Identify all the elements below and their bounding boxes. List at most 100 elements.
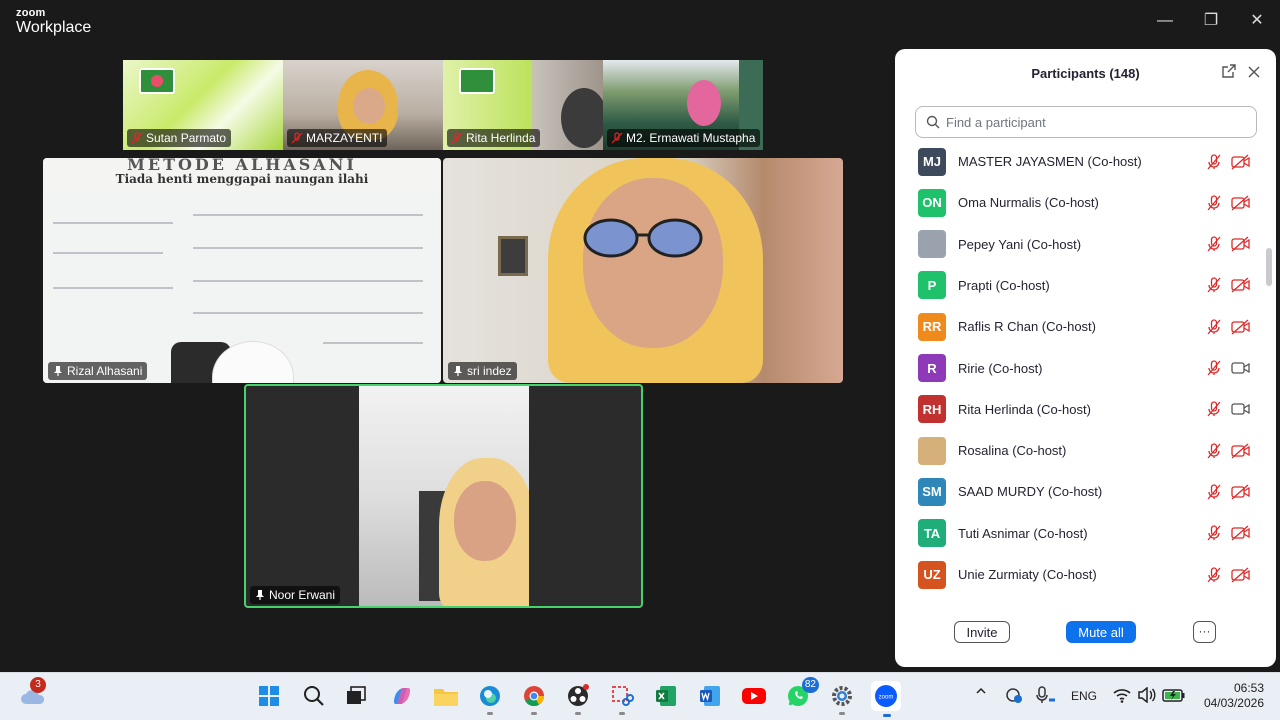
clock-date: 04/03/2026 — [1203, 696, 1264, 710]
pop-out-button[interactable] — [1218, 63, 1240, 85]
video-tile[interactable]: M2. Ermawati Mustapha — [603, 60, 763, 150]
participant-row[interactable]: RR Raflis R Chan (Co-host) — [895, 306, 1265, 347]
language-indicator[interactable]: ENG — [1071, 689, 1097, 703]
file-explorer-button[interactable] — [433, 683, 459, 709]
participant-name: Rita Herlinda — [466, 131, 536, 145]
alhasani-logo — [139, 68, 175, 94]
video-on-icon[interactable] — [1231, 401, 1250, 417]
video-off-icon[interactable] — [1231, 319, 1250, 335]
participant-row[interactable]: UZ Unie Zurmiaty (Co-host) — [895, 554, 1265, 595]
participant-avatar: TA — [918, 519, 946, 548]
edge-button[interactable] — [477, 683, 503, 715]
video-tile[interactable]: MARZAYENTI — [283, 60, 443, 150]
participant-name: MASTER JAYASMEN (Co-host) — [958, 154, 1142, 169]
video-off-icon[interactable] — [1231, 195, 1250, 211]
list-scrollbar[interactable] — [1266, 141, 1272, 611]
video-on-icon[interactable] — [1231, 360, 1250, 376]
search-button[interactable] — [301, 683, 327, 709]
banner-subtitle: Tiada henti menggapai naungan ilahi — [115, 172, 369, 186]
system-clock[interactable]: 06:53 04/03/2026 — [1192, 681, 1264, 711]
participant-row[interactable]: P Prapti (Co-host) — [895, 265, 1265, 306]
task-view-button[interactable] — [343, 683, 369, 709]
participant-row[interactable]: MJ MASTER JAYASMEN (Co-host) — [895, 141, 1265, 182]
defender-tray[interactable] — [1005, 686, 1023, 707]
battery-tray[interactable] — [1162, 687, 1186, 706]
mic-muted-icon[interactable] — [1206, 525, 1222, 541]
participant-row[interactable]: Rosalina (Co-host) — [895, 430, 1265, 471]
video-tile[interactable]: Rita Herlinda — [443, 60, 603, 150]
restore-button[interactable]: ❐ — [1197, 8, 1225, 34]
minimize-button[interactable]: — — [1151, 8, 1179, 34]
weather-widget[interactable]: 3 — [20, 677, 46, 709]
close-button[interactable]: ✕ — [1243, 8, 1271, 34]
video-off-icon[interactable] — [1231, 277, 1250, 293]
youtube-button[interactable] — [741, 683, 767, 709]
mic-muted-icon[interactable] — [1206, 195, 1222, 211]
excel-button[interactable] — [653, 683, 679, 709]
participant-nametag: Sutan Parmato — [127, 129, 232, 147]
participant-nametag: Rizal Alhasani — [48, 362, 148, 380]
participant-row[interactable]: SM SAAD MURDY (Co-host) — [895, 471, 1265, 512]
zoom-icon: zoom — [875, 685, 897, 707]
mic-muted-icon[interactable] — [1206, 236, 1222, 252]
mic-muted-icon[interactable] — [1206, 484, 1222, 500]
participant-search[interactable] — [915, 106, 1257, 138]
video-off-icon[interactable] — [1231, 525, 1250, 541]
word-button[interactable] — [697, 683, 723, 709]
participant-row[interactable]: TA Tuti Asnimar (Co-host) — [895, 513, 1265, 554]
speaker-icon — [1138, 686, 1156, 704]
network-tray[interactable] — [1112, 687, 1132, 706]
participant-row[interactable]: R Ririe (Co-host) — [895, 348, 1265, 389]
pin-icon — [54, 366, 62, 376]
video-off-icon[interactable] — [1231, 236, 1250, 252]
chrome-button[interactable] — [521, 683, 547, 715]
zoom-taskbar-button[interactable]: zoom — [871, 681, 901, 717]
mic-muted-icon[interactable] — [1206, 566, 1222, 583]
volume-tray[interactable] — [1137, 686, 1157, 706]
start-button[interactable] — [256, 683, 282, 709]
video-off-icon[interactable] — [1231, 154, 1250, 170]
search-input[interactable] — [946, 114, 1246, 130]
snipping-tool-button[interactable] — [609, 683, 635, 715]
mic-muted-icon[interactable] — [1206, 277, 1222, 293]
close-panel-button[interactable] — [1243, 63, 1265, 85]
video-off-icon[interactable] — [1231, 484, 1250, 500]
participant-row[interactable]: RH Rita Herlinda (Co-host) — [895, 389, 1265, 430]
snipping-tool-icon — [612, 686, 634, 706]
mute-all-button[interactable]: Mute all — [1066, 621, 1136, 643]
participant-name: Noor Erwani — [269, 588, 336, 602]
mic-muted-icon[interactable] — [1206, 360, 1222, 376]
zoom-window: zoom Workplace — ❐ ✕ Sutan Parmato MARZA… — [0, 0, 1280, 720]
invite-button[interactable]: Invite — [954, 621, 1010, 643]
mic-muted-icon — [611, 132, 623, 144]
mic-muted-icon[interactable] — [1206, 442, 1222, 459]
settings-button[interactable] — [829, 683, 855, 715]
video-tile-rizal[interactable]: METODE ALHASANI Tiada henti menggapai na… — [43, 158, 441, 383]
participant-nametag: M2. Ermawati Mustapha — [607, 129, 761, 147]
video-off-icon[interactable] — [1231, 567, 1250, 583]
panel-footer: Invite Mute all ··· — [895, 611, 1276, 667]
mic-muted-icon[interactable] — [1206, 319, 1222, 335]
participant-video — [687, 80, 721, 126]
video-tile-noor-active-speaker[interactable]: Noor Erwani — [244, 384, 643, 608]
mic-muted-icon[interactable] — [1206, 401, 1222, 417]
video-tile-sri[interactable]: sri indez — [443, 158, 843, 383]
participant-face — [454, 481, 516, 561]
microphone-tray[interactable] — [1035, 686, 1057, 707]
scroll-thumb[interactable] — [1266, 248, 1272, 286]
windows-taskbar: 3 82 zoom ENG 06:53 04/03/2026 — [0, 672, 1280, 720]
pin-icon — [454, 366, 462, 376]
video-tile[interactable]: Sutan Parmato — [123, 60, 283, 150]
obs-button[interactable] — [565, 683, 591, 715]
participant-avatar — [918, 230, 946, 259]
panel-header: Participants (148) — [895, 49, 1276, 99]
video-off-icon[interactable] — [1231, 443, 1250, 459]
participant-row[interactable]: ON Oma Nurmalis (Co-host) — [895, 182, 1265, 223]
participant-row[interactable]: Pepey Yani (Co-host) — [895, 224, 1265, 265]
copilot-button[interactable] — [389, 683, 415, 709]
show-hidden-icons[interactable] — [975, 685, 987, 700]
more-options-button[interactable]: ··· — [1193, 621, 1216, 643]
mic-muted-icon[interactable] — [1206, 153, 1222, 170]
participant-face — [353, 88, 385, 124]
whatsapp-button[interactable]: 82 — [785, 677, 819, 709]
